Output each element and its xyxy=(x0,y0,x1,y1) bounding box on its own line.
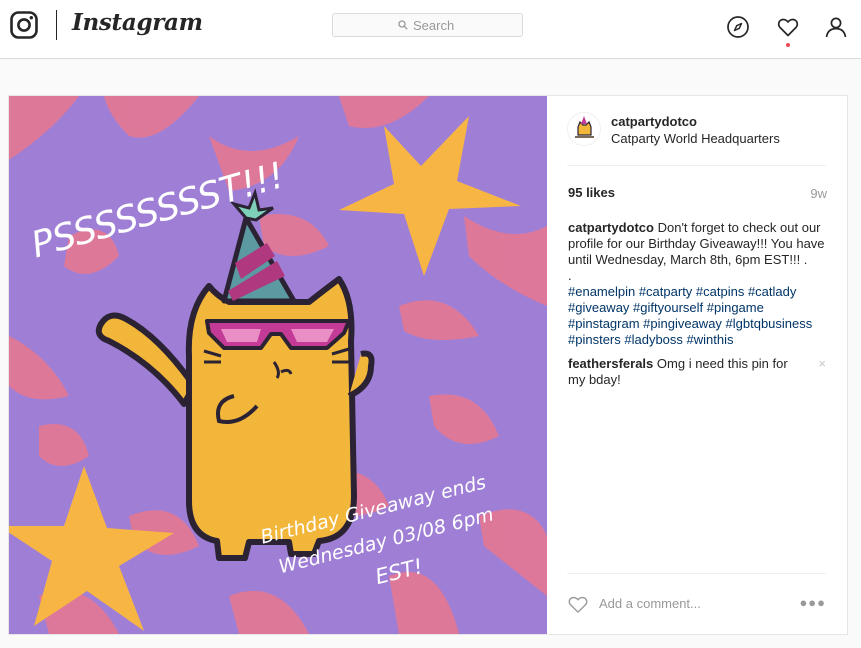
enamel-pin-photo: PSSSSSSSST!!! Birthday Giveaway ends Wed… xyxy=(9,96,547,634)
caption: catpartydotco Don't forget to check out … xyxy=(568,220,826,348)
delete-comment-icon[interactable]: × xyxy=(818,356,826,372)
add-comment-row: ●●● xyxy=(567,594,826,618)
comments-section: catpartydotco Don't forget to check out … xyxy=(568,220,826,388)
comment-item: feathersferals Omg i need this pin for m… xyxy=(568,356,826,388)
post-location[interactable]: Catparty World Headquarters xyxy=(611,131,780,146)
instagram-camera-icon[interactable] xyxy=(10,11,38,39)
post-header: catpartydotco Catparty World Headquarter… xyxy=(567,112,826,164)
comment-username[interactable]: feathersferals xyxy=(568,356,653,371)
more-options-icon[interactable]: ●●● xyxy=(799,595,826,610)
likes-count[interactable]: 95 likes xyxy=(568,185,615,200)
add-comment-input[interactable] xyxy=(599,596,789,611)
profile-icon[interactable] xyxy=(824,15,848,39)
heart-icon[interactable] xyxy=(776,15,800,39)
footer-divider xyxy=(567,573,826,574)
top-navigation-bar: Instagram xyxy=(0,0,861,59)
search-box[interactable] xyxy=(332,13,523,37)
post-timestamp[interactable]: 9w xyxy=(810,186,827,201)
caption-dot: . xyxy=(568,268,572,283)
cat-avatar-icon xyxy=(568,113,600,145)
logo-divider xyxy=(56,10,57,40)
notification-dot xyxy=(786,43,790,47)
post-sidebar: catpartydotco Catparty World Headquarter… xyxy=(547,96,847,634)
header-divider xyxy=(567,165,826,166)
like-heart-icon[interactable] xyxy=(567,594,589,614)
compass-icon[interactable] xyxy=(726,15,750,39)
post-author-username[interactable]: catpartydotco xyxy=(611,114,697,129)
instagram-wordmark[interactable]: Instagram xyxy=(72,9,203,36)
caption-hashtags[interactable]: #enamelpin #catparty #catpins #catlady #… xyxy=(568,284,826,348)
caption-username[interactable]: catpartydotco xyxy=(568,220,654,235)
search-input[interactable] xyxy=(413,17,457,33)
search-icon xyxy=(398,20,408,30)
post-image[interactable]: PSSSSSSSST!!! Birthday Giveaway ends Wed… xyxy=(9,96,547,634)
avatar[interactable] xyxy=(567,112,601,146)
